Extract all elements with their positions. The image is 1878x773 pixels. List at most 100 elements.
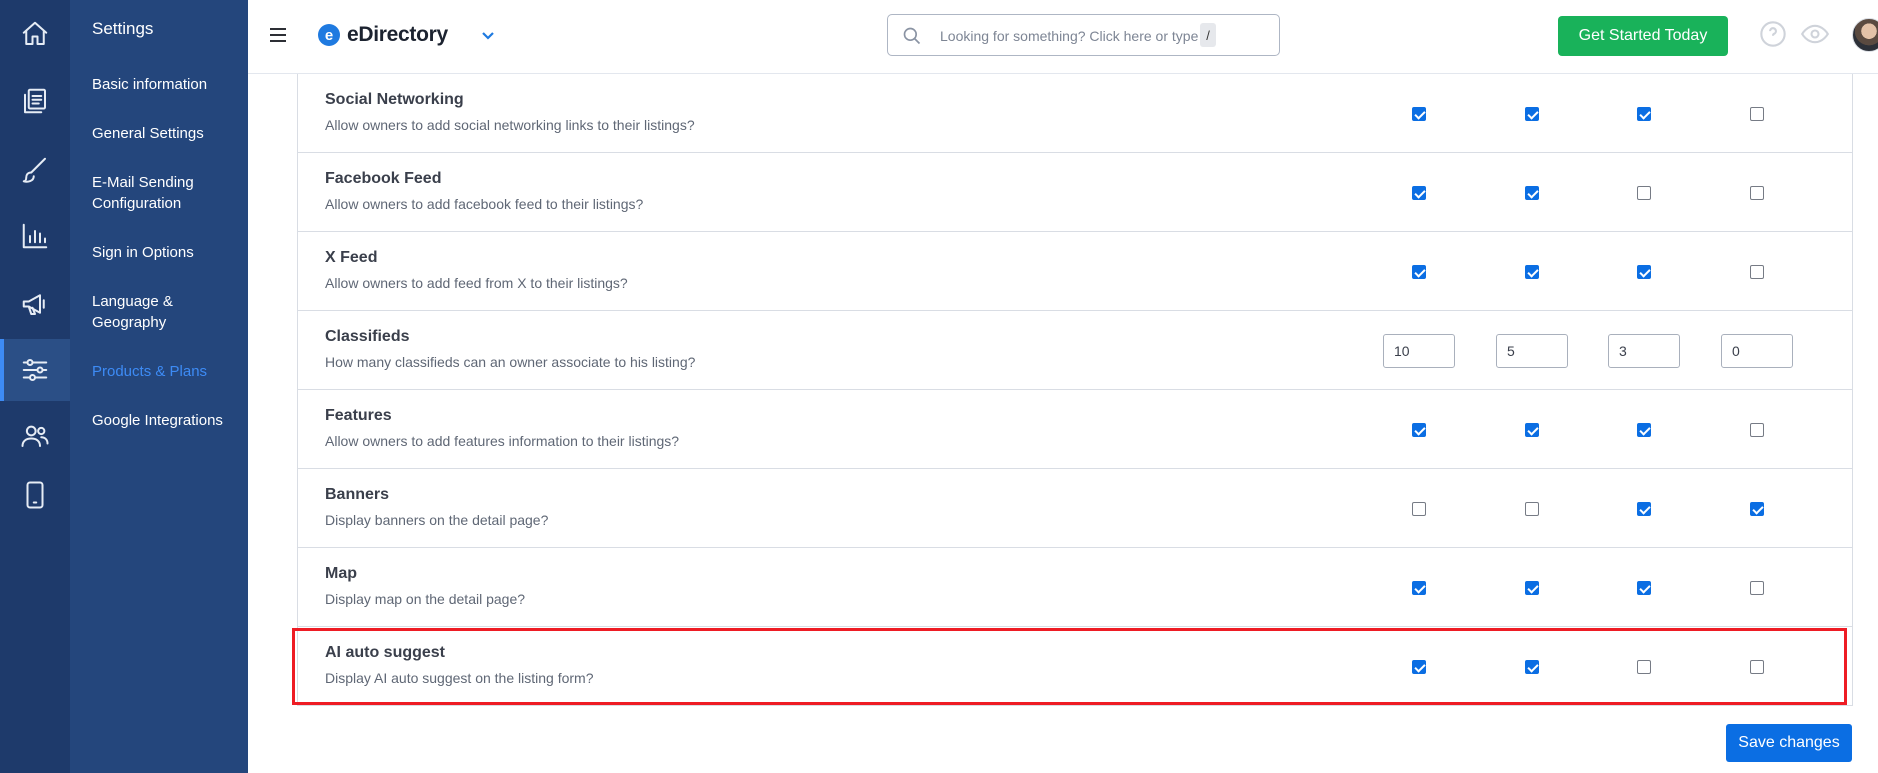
menu-icon[interactable]	[270, 28, 286, 42]
rail-mobile[interactable]	[0, 464, 70, 526]
sidebar-item-email-sending[interactable]: E-Mail Sending Configuration	[92, 172, 242, 214]
plan-checkbox[interactable]	[1525, 501, 1539, 516]
plan-checkbox[interactable]	[1637, 659, 1651, 674]
rail-content[interactable]	[0, 70, 70, 132]
sidebar-item-general-settings[interactable]: General Settings	[92, 123, 242, 144]
plan-cell	[1379, 627, 1459, 706]
plan-cell	[1492, 390, 1572, 469]
rail-design[interactable]	[0, 139, 70, 201]
plan-cell	[1717, 390, 1797, 469]
plan-cell	[1492, 153, 1572, 232]
feature-title: Map	[325, 565, 357, 582]
plan-checkbox[interactable]	[1412, 659, 1426, 674]
plan-checkbox[interactable]	[1750, 659, 1764, 674]
plan-cell	[1604, 627, 1684, 706]
plan-checkbox[interactable]	[1750, 422, 1764, 437]
table-row: Facebook Feed Allow owners to add faceboo…	[298, 153, 1852, 232]
search-input[interactable]: Looking for something? Click here or typ…	[887, 14, 1280, 56]
rail-promote[interactable]	[0, 273, 70, 335]
rail-reports[interactable]	[0, 205, 70, 267]
plan-cell: 3	[1604, 311, 1684, 390]
home-icon	[22, 21, 48, 45]
plan-cell	[1492, 469, 1572, 548]
plan-features-table: Social Networking Allow owners to add soc…	[297, 74, 1853, 706]
plan-cell	[1717, 74, 1797, 153]
search-icon	[903, 27, 921, 45]
sidebar-item-language-geography[interactable]: Language & Geography	[92, 291, 242, 333]
feature-title: Banners	[325, 486, 390, 503]
mobile-icon	[26, 481, 44, 509]
preview-eye-icon[interactable]	[1800, 20, 1830, 53]
logo-mark-icon: e	[318, 24, 340, 46]
logo[interactable]: e eDirectory	[318, 23, 448, 47]
plan-checkbox[interactable]	[1525, 580, 1539, 595]
plan-checkbox[interactable]	[1412, 106, 1426, 121]
plan-checkbox[interactable]	[1750, 501, 1764, 516]
sidebar-title: Settings	[92, 19, 154, 38]
plan-cell	[1379, 548, 1459, 627]
plan-checkbox[interactable]	[1525, 659, 1539, 674]
plan-checkbox[interactable]	[1637, 106, 1651, 121]
sliders-icon	[22, 359, 48, 381]
search-shortcut-key: /	[1200, 23, 1216, 47]
avatar[interactable]	[1852, 18, 1878, 52]
plan-checkbox[interactable]	[1637, 185, 1651, 200]
plan-checkbox[interactable]	[1412, 580, 1426, 595]
plan-cell: 5	[1492, 311, 1572, 390]
plan-checkbox[interactable]	[1750, 106, 1764, 121]
plan-cell	[1379, 390, 1459, 469]
plan-checkbox[interactable]	[1525, 106, 1539, 121]
plan-checkbox[interactable]	[1750, 185, 1764, 200]
logo-text: eDirectory	[347, 23, 448, 46]
get-started-button[interactable]: Get Started Today	[1558, 16, 1728, 56]
feature-title: Classifieds	[325, 328, 410, 345]
sidebar-item-products-plans[interactable]: Products & Plans	[92, 361, 242, 382]
plan-checkbox[interactable]	[1750, 580, 1764, 595]
save-changes-button[interactable]: Save changes	[1726, 724, 1852, 762]
rail-settings[interactable]	[0, 339, 70, 401]
plan-cell	[1379, 74, 1459, 153]
feature-description: Display AI auto suggest on the listing f…	[325, 670, 594, 686]
plan-checkbox[interactable]	[1412, 185, 1426, 200]
plan-checkbox[interactable]	[1525, 264, 1539, 279]
plan-checkbox[interactable]	[1412, 422, 1426, 437]
plan-limit-input[interactable]: 5	[1496, 333, 1568, 368]
plan-cell	[1604, 74, 1684, 153]
plan-cell	[1604, 548, 1684, 627]
chevron-down-icon[interactable]	[480, 27, 496, 48]
plan-cell	[1717, 627, 1797, 706]
plan-cell	[1604, 469, 1684, 548]
plan-checkbox[interactable]	[1637, 422, 1651, 437]
plan-limit-input[interactable]: 0	[1721, 333, 1793, 368]
plan-checkbox[interactable]	[1412, 501, 1426, 516]
rail-home[interactable]	[0, 3, 70, 65]
sidebar-item-google-integrations[interactable]: Google Integrations	[92, 410, 242, 431]
sidebar-item-sign-in-options[interactable]: Sign in Options	[92, 242, 242, 263]
plan-limit-input[interactable]: 3	[1608, 333, 1680, 368]
table-row: Map Display map on the detail page?	[298, 548, 1852, 627]
plan-cell	[1492, 232, 1572, 311]
plan-cell	[1379, 232, 1459, 311]
top-header: e eDirectory Looking for something? Clic…	[248, 0, 1878, 74]
plan-cell	[1379, 153, 1459, 232]
plan-checkbox[interactable]	[1750, 264, 1764, 279]
plan-checkbox[interactable]	[1525, 422, 1539, 437]
feature-description: Allow owners to add feed from X to their…	[325, 275, 628, 291]
plan-checkbox[interactable]	[1637, 580, 1651, 595]
search-placeholder: Looking for something? Click here or typ…	[940, 28, 1199, 44]
feature-description: Allow owners to add features information…	[325, 433, 680, 449]
rail-users[interactable]	[0, 405, 70, 467]
plan-checkbox[interactable]	[1525, 185, 1539, 200]
plan-checkbox[interactable]	[1637, 501, 1651, 516]
plan-cell	[1717, 548, 1797, 627]
sidebar-item-basic-information[interactable]: Basic information	[92, 74, 242, 95]
plan-checkbox[interactable]	[1637, 264, 1651, 279]
documents-icon	[24, 88, 46, 114]
chart-icon	[22, 223, 48, 249]
plan-cell	[1492, 627, 1572, 706]
help-icon[interactable]	[1759, 20, 1787, 53]
feature-description: How many classifieds can an owner associ…	[325, 354, 696, 370]
feature-title: Social Networking	[325, 91, 464, 108]
plan-limit-input[interactable]: 10	[1383, 333, 1455, 368]
plan-checkbox[interactable]	[1412, 264, 1426, 279]
